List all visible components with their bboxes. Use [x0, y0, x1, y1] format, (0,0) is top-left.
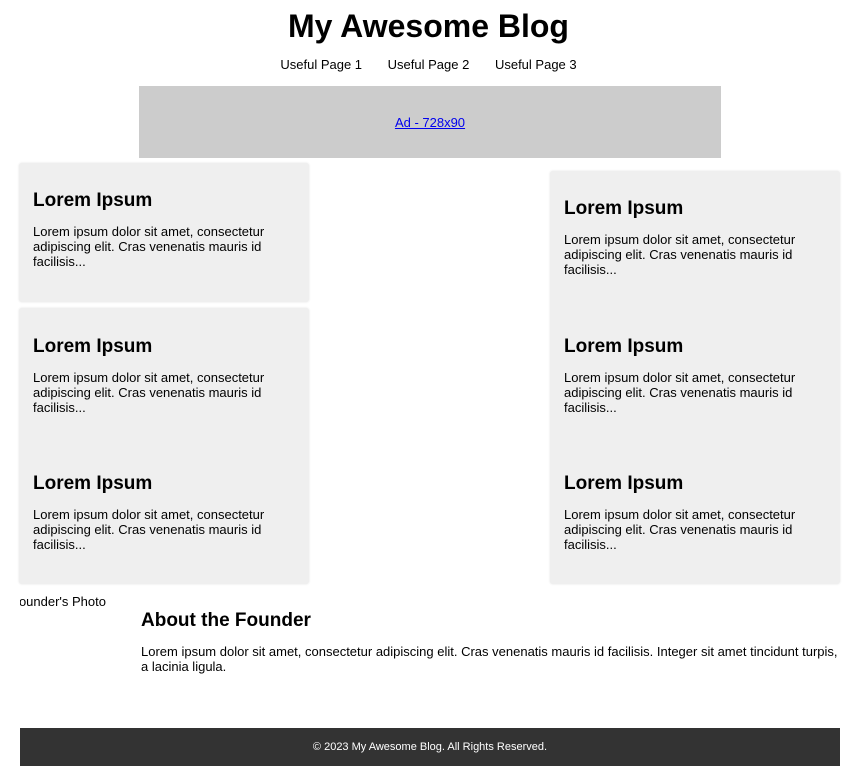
- site-footer: © 2023 My Awesome Blog. All Rights Reser…: [20, 728, 840, 766]
- site-title: My Awesome Blog: [288, 8, 569, 44]
- nav-link-useful-page-3[interactable]: Useful Page 3: [495, 57, 577, 72]
- post-card: Lorem Ipsum Lorem ipsum dolor sit amet, …: [564, 473, 826, 552]
- post-column-right: Lorem Ipsum Lorem ipsum dolor sit amet, …: [550, 171, 840, 584]
- post-column-left-top: Lorem Ipsum Lorem ipsum dolor sit amet, …: [19, 163, 309, 302]
- post-excerpt: Lorem ipsum dolor sit amet, consectetur …: [564, 370, 796, 415]
- post-excerpt: Lorem ipsum dolor sit amet, consectetur …: [564, 232, 796, 277]
- post-title[interactable]: Lorem Ipsum: [33, 190, 295, 212]
- ad-link[interactable]: Ad - 728x90: [395, 115, 465, 130]
- founder-photo-alt-text: Founder's Photo: [20, 594, 106, 609]
- post-card: Lorem Ipsum Lorem ipsum dolor sit amet, …: [33, 336, 295, 415]
- post-excerpt: Lorem ipsum dolor sit amet, consectetur …: [564, 507, 796, 552]
- post-card: Lorem Ipsum Lorem ipsum dolor sit amet, …: [564, 336, 826, 415]
- post-title[interactable]: Lorem Ipsum: [564, 473, 826, 495]
- founder-photo: Founder's Photo: [20, 594, 106, 614]
- post-excerpt: Lorem ipsum dolor sit amet, consectetur …: [33, 224, 265, 269]
- post-card: Lorem Ipsum Lorem ipsum dolor sit amet, …: [33, 190, 295, 269]
- about-founder-section: About the Founder Lorem ipsum dolor sit …: [141, 610, 841, 674]
- post-title[interactable]: Lorem Ipsum: [564, 336, 826, 358]
- post-card: Lorem Ipsum Lorem ipsum dolor sit amet, …: [33, 473, 295, 552]
- nav-link-useful-page-2[interactable]: Useful Page 2: [388, 57, 470, 72]
- main-nav: Useful Page 1 Useful Page 2 Useful Page …: [0, 57, 857, 73]
- ad-banner: Ad - 728x90: [139, 86, 721, 158]
- footer-copyright: © 2023 My Awesome Blog. All Rights Reser…: [312, 741, 548, 753]
- post-title[interactable]: Lorem Ipsum: [33, 473, 295, 495]
- post-card: Lorem Ipsum Lorem ipsum dolor sit amet, …: [564, 198, 826, 277]
- post-column-left-bottom: Lorem Ipsum Lorem ipsum dolor sit amet, …: [19, 308, 309, 584]
- post-excerpt: Lorem ipsum dolor sit amet, consectetur …: [33, 507, 265, 552]
- nav-link-useful-page-1[interactable]: Useful Page 1: [280, 57, 362, 72]
- about-heading: About the Founder: [141, 610, 311, 631]
- post-excerpt: Lorem ipsum dolor sit amet, consectetur …: [33, 370, 265, 415]
- post-title[interactable]: Lorem Ipsum: [564, 198, 826, 220]
- post-title[interactable]: Lorem Ipsum: [33, 336, 295, 358]
- about-bio: Lorem ipsum dolor sit amet, consectetur …: [141, 644, 838, 674]
